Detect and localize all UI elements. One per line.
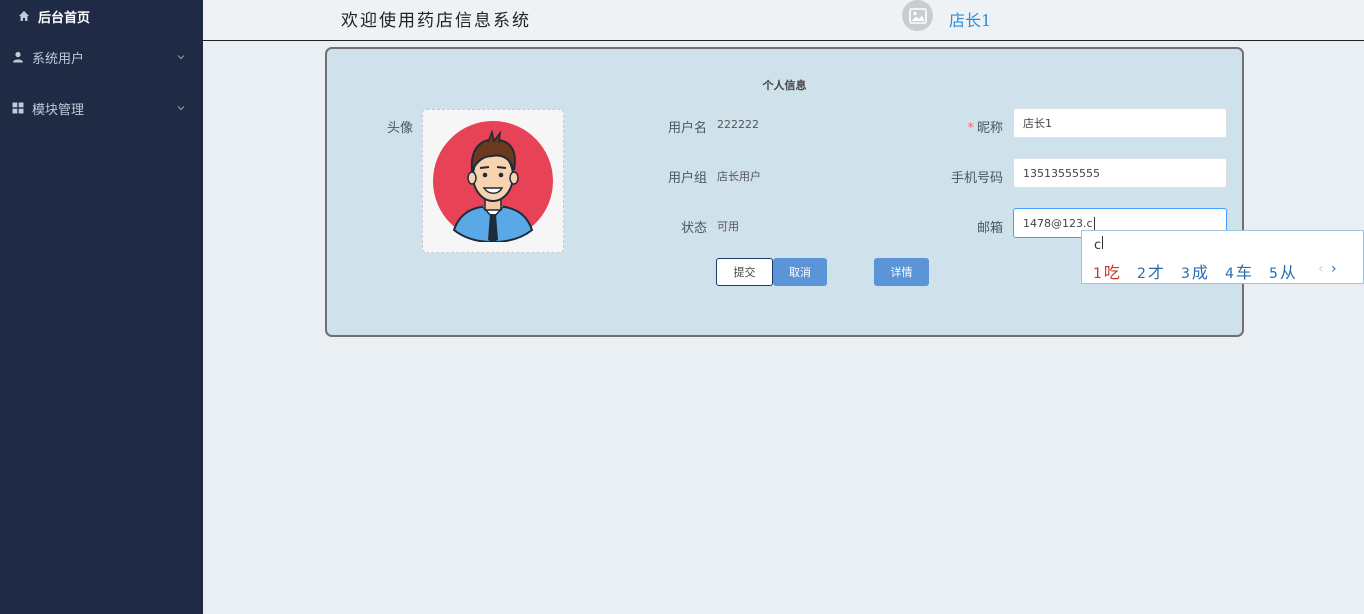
candidate-number: 5 (1269, 266, 1278, 282)
phone-input[interactable]: 13513555555 (1013, 158, 1227, 188)
chevron-down-icon (177, 106, 185, 111)
ime-prev-page[interactable]: ‹ (1318, 261, 1324, 277)
user-icon (13, 51, 23, 63)
ime-next-page[interactable]: › (1331, 261, 1337, 277)
ime-composition-text: c (1094, 238, 1102, 253)
profile-card: 个人信息 头像 用户名 222222 用户组 店长用户 状态 可用 * 昵称 店… (325, 47, 1244, 337)
username-value: 222222 (717, 118, 759, 131)
username-link[interactable]: 店长1 (949, 7, 991, 31)
candidate-text: 才 (1147, 263, 1164, 282)
avatar[interactable] (902, 0, 933, 31)
sidebar-item-home[interactable]: 后台首页 (0, 4, 203, 28)
required-mark: * (967, 121, 974, 136)
nickname-value: 店长1 (1023, 117, 1052, 130)
status-label: 状态 (680, 221, 707, 236)
page-title: 欢迎使用药店信息系统 (341, 11, 531, 31)
text-caret (1093, 216, 1095, 230)
phone-value: 13513555555 (1023, 166, 1100, 180)
ime-candidate[interactable]: 4车 (1225, 259, 1252, 283)
image-icon (908, 7, 927, 24)
chevron-down-icon (177, 55, 185, 60)
sidebar-item-module-management[interactable]: 模块管理 (0, 96, 203, 120)
nickname-input[interactable]: 店长1 (1013, 108, 1227, 138)
avatar-label: 头像 (386, 121, 413, 136)
candidate-number: 4 (1225, 266, 1234, 282)
top-header: 欢迎使用药店信息系统 店长1 (203, 0, 1364, 41)
ime-candidate[interactable]: 5从 (1269, 259, 1296, 283)
status-value: 可用 (717, 220, 739, 233)
candidate-text: 吃 (1103, 263, 1120, 282)
nickname-label-text: 昵称 (976, 121, 1003, 136)
candidate-text: 从 (1279, 263, 1296, 282)
ime-composition: c (1094, 236, 1104, 253)
phone-label: 手机号码 (950, 171, 1003, 186)
ime-candidate[interactable]: 3成 (1181, 259, 1208, 283)
avatar-uploader[interactable] (422, 109, 564, 253)
email-label: 邮箱 (976, 221, 1003, 236)
detail-button[interactable]: 详情 (874, 258, 929, 286)
home-icon (19, 11, 29, 21)
candidate-text: 车 (1235, 263, 1252, 282)
sidebar-item-system-users[interactable]: 系统用户 (0, 45, 203, 69)
ime-candidate[interactable]: 1吃 (1093, 259, 1120, 283)
candidate-number: 1 (1093, 266, 1102, 282)
sidebar-item-label: 模块管理 (32, 102, 85, 118)
candidate-number: 2 (1137, 266, 1146, 282)
candidate-number: 3 (1181, 266, 1190, 282)
username-label: 用户名 (667, 121, 707, 136)
email-value: 1478@123.c (1023, 216, 1093, 230)
sidebar: 后台首页 系统用户 模块管理 (0, 0, 203, 614)
submit-button[interactable]: 提交 (716, 258, 773, 286)
candidate-text: 成 (1191, 263, 1208, 282)
user-group-value: 店长用户 (717, 170, 761, 183)
sidebar-item-label: 系统用户 (32, 51, 85, 67)
nickname-label: * 昵称 (927, 117, 1003, 136)
cancel-button[interactable]: 取消 (773, 258, 827, 286)
user-group-label: 用户组 (667, 171, 707, 186)
ime-candidate-popup: c 1吃 2才 3成 4车 5从 ‹ › (1081, 230, 1364, 284)
sidebar-item-label: 后台首页 (38, 10, 91, 26)
grid-icon (12, 102, 24, 114)
ime-candidate[interactable]: 2才 (1137, 259, 1164, 283)
ime-caret (1102, 236, 1104, 249)
card-title: 个人信息 (762, 79, 807, 92)
avatar-image (433, 121, 553, 242)
